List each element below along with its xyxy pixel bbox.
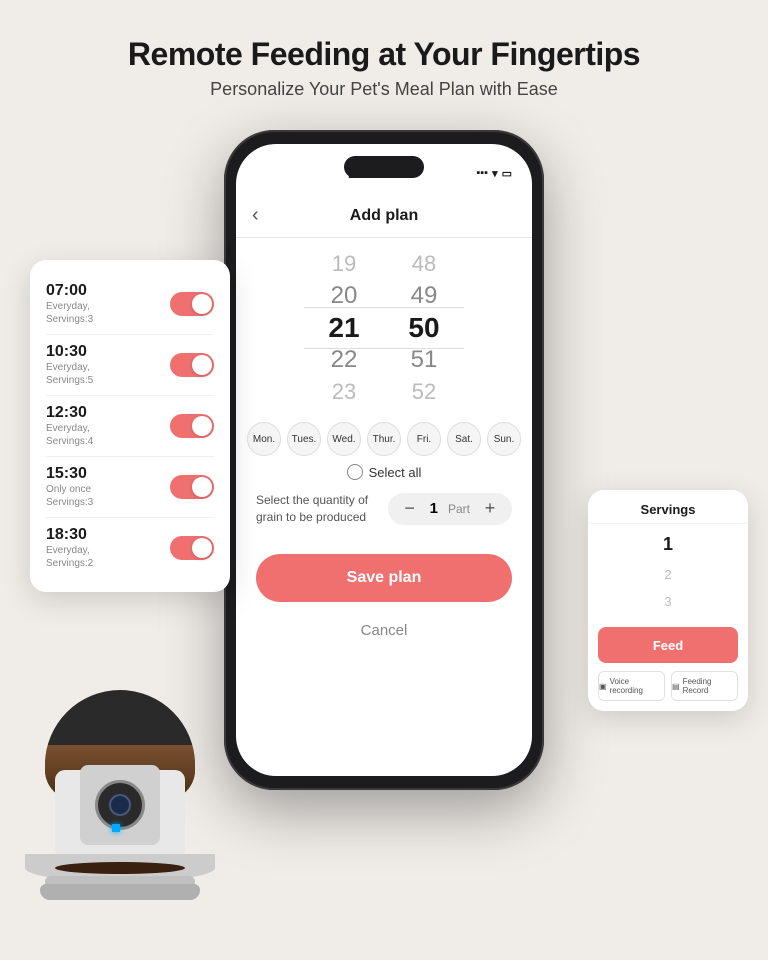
select-all-radio[interactable] <box>347 464 363 480</box>
picker-hour-23: 23 <box>304 376 384 408</box>
quantity-increase-button[interactable]: + <box>480 499 500 519</box>
schedule-sub-2: Everyday,Servings:4 <box>46 422 93 448</box>
servings-title: Servings <box>588 490 748 524</box>
schedule-toggle-3[interactable] <box>170 475 214 499</box>
battery-icon: ▭ <box>502 167 512 180</box>
minute-picker[interactable]: 48 49 50 51 52 <box>384 248 464 408</box>
status-icons: ▪▪▪ ▾ ▭ <box>476 167 512 180</box>
schedule-time-4: 18:30 <box>46 526 93 544</box>
schedule-toggle-2[interactable] <box>170 414 214 438</box>
quantity-value: 1 <box>430 500 438 517</box>
serving-item-3[interactable]: 3 <box>588 588 748 615</box>
day-fri[interactable]: Fri. <box>407 422 441 456</box>
schedule-toggle-0[interactable] <box>170 292 214 316</box>
voice-recording-button[interactable]: ▣ Voice recording <box>598 671 665 701</box>
schedule-sub-0: Everyday,Servings:3 <box>46 300 93 326</box>
quantity-control[interactable]: − 1 Part + <box>388 493 512 525</box>
feeder-device <box>20 660 220 900</box>
quantity-label: Select the quantity of grain to be produ… <box>256 492 378 526</box>
day-sat[interactable]: Sat. <box>447 422 481 456</box>
feed-button[interactable]: Feed <box>598 627 738 663</box>
picker-hour-21: 21 <box>304 312 384 344</box>
days-row: Mon. Tues. Wed. Thur. Fri. Sat. Sun. <box>236 422 532 456</box>
schedule-toggle-1[interactable] <box>170 353 214 377</box>
servings-card: Servings 1 2 3 Feed ▣ Voice recording ▤ … <box>588 490 748 711</box>
record-icon: ▤ <box>672 682 680 691</box>
schedule-time-2: 12:30 <box>46 404 93 422</box>
schedule-item-2[interactable]: 12:30 Everyday,Servings:4 <box>46 396 214 457</box>
signal-icon: ▪▪▪ <box>476 167 488 179</box>
picker-hour-22: 22 <box>304 344 384 376</box>
day-thur[interactable]: Thur. <box>367 422 401 456</box>
sub-title: Personalize Your Pet's Meal Plan with Ea… <box>0 79 768 100</box>
back-button[interactable]: ‹ <box>252 204 259 227</box>
quantity-unit: Part <box>448 502 470 516</box>
schedule-item-4[interactable]: 18:30 Everyday,Servings:2 <box>46 518 214 578</box>
serving-item-2[interactable]: 2 <box>588 561 748 588</box>
quantity-section: Select the quantity of grain to be produ… <box>236 492 532 526</box>
feeding-record-button[interactable]: ▤ Feeding Record <box>671 671 738 701</box>
schedule-time-3: 15:30 <box>46 465 93 483</box>
quantity-decrease-button[interactable]: − <box>400 499 420 519</box>
picker-min-48: 48 <box>384 248 464 280</box>
select-all-row[interactable]: Select all <box>236 464 532 480</box>
mic-icon: ▣ <box>599 682 607 691</box>
dynamic-island <box>344 156 424 178</box>
servings-list[interactable]: 1 2 3 <box>588 524 748 619</box>
nav-title: Add plan <box>350 207 418 225</box>
picker-hour-20: 20 <box>304 280 384 312</box>
time-picker[interactable]: 19 20 21 22 23 48 49 50 51 52 <box>236 238 532 418</box>
picker-min-52: 52 <box>384 376 464 408</box>
picker-min-50: 50 <box>384 312 464 344</box>
day-mon[interactable]: Mon. <box>247 422 281 456</box>
main-title: Remote Feeding at Your Fingertips <box>0 36 768 73</box>
day-sun[interactable]: Sun. <box>487 422 521 456</box>
schedule-item-0[interactable]: 07:00 Everyday,Servings:3 <box>46 274 214 335</box>
schedule-item-1[interactable]: 10:30 Everyday,Servings:5 <box>46 335 214 396</box>
day-wed[interactable]: Wed. <box>327 422 361 456</box>
wifi-icon: ▾ <box>492 167 498 180</box>
servings-footer: ▣ Voice recording ▤ Feeding Record <box>588 671 748 711</box>
schedule-time-0: 07:00 <box>46 282 93 300</box>
serving-item-1[interactable]: 1 <box>588 528 748 561</box>
schedule-sub-4: Everyday,Servings:2 <box>46 544 93 570</box>
phone-body: 21:50 ▪▪▪ ▾ ▭ ‹ Add plan 19 20 21 <box>224 130 544 790</box>
select-all-label: Select all <box>369 465 422 480</box>
schedule-sub-1: Everyday,Servings:5 <box>46 361 93 387</box>
schedule-sub-3: Only onceServings:3 <box>46 483 93 509</box>
picker-hour-19: 19 <box>304 248 384 280</box>
schedule-time-1: 10:30 <box>46 343 93 361</box>
phone-mockup: 21:50 ▪▪▪ ▾ ▭ ‹ Add plan 19 20 21 <box>224 130 544 790</box>
phone-screen: 21:50 ▪▪▪ ▾ ▭ ‹ Add plan 19 20 21 <box>236 144 532 776</box>
save-plan-button[interactable]: Save plan <box>256 554 512 602</box>
schedule-item-3[interactable]: 15:30 Only onceServings:3 <box>46 457 214 518</box>
day-tues[interactable]: Tues. <box>287 422 321 456</box>
voice-recording-label: Voice recording <box>610 677 664 695</box>
picker-min-49: 49 <box>384 280 464 312</box>
feeding-record-label: Feeding Record <box>683 677 737 695</box>
schedule-toggle-4[interactable] <box>170 536 214 560</box>
nav-bar: ‹ Add plan <box>236 194 532 238</box>
hour-picker[interactable]: 19 20 21 22 23 <box>304 248 384 408</box>
picker-min-51: 51 <box>384 344 464 376</box>
schedule-card: 07:00 Everyday,Servings:3 10:30 Everyday… <box>30 260 230 592</box>
cancel-button[interactable]: Cancel <box>256 612 512 648</box>
